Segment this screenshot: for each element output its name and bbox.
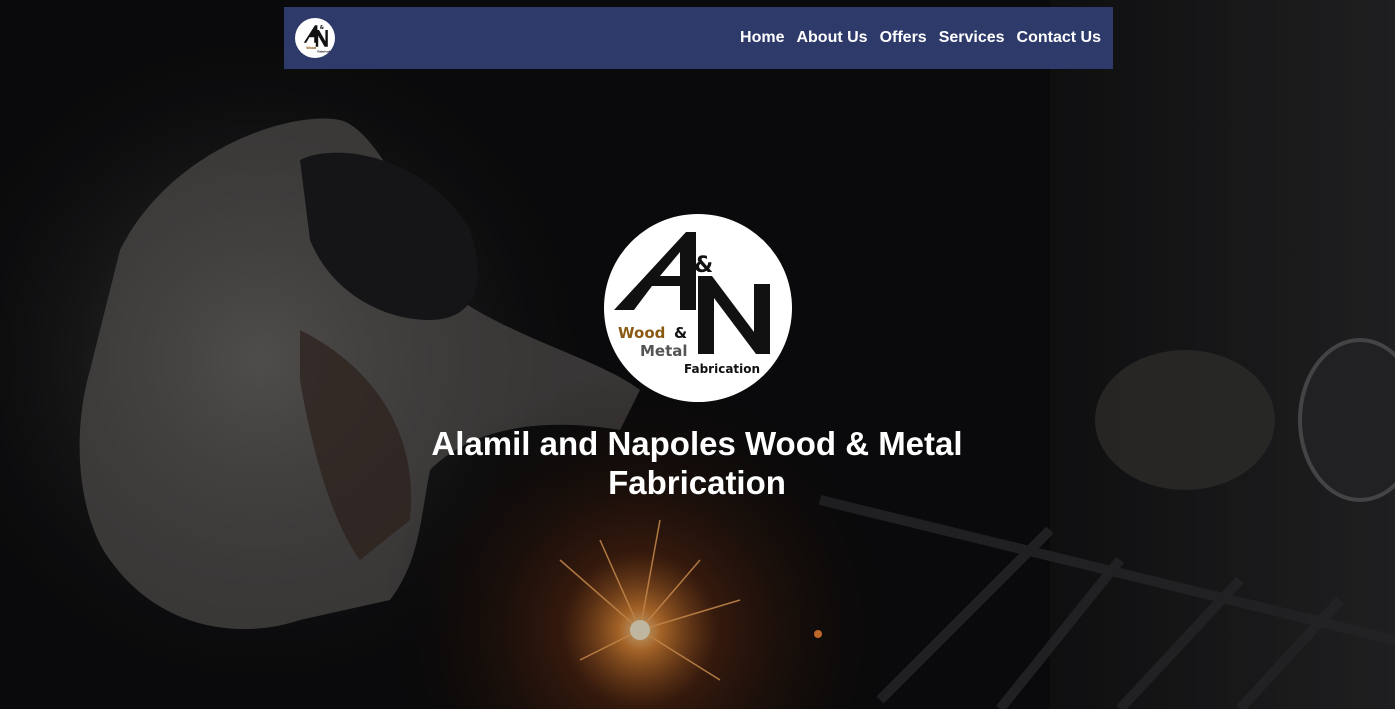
hero-section: & Wood Fabrication Home About Us Offers … — [0, 0, 1395, 709]
company-logo-mark-icon: & Wood Fabrication — [303, 25, 335, 53]
company-logo-icon: & Wood & Metal Fabrication — [614, 232, 770, 376]
nav-link-home[interactable]: Home — [740, 29, 784, 47]
nav-link-services[interactable]: Services — [939, 29, 1005, 47]
nav-logo[interactable]: & Wood Fabrication — [295, 18, 335, 58]
navbar: & Wood Fabrication Home About Us Offers … — [284, 7, 1113, 69]
nav-link-about-us[interactable]: About Us — [796, 29, 867, 47]
svg-text:&: & — [694, 253, 713, 278]
nav-link-contact-us[interactable]: Contact Us — [1017, 29, 1101, 47]
svg-text:Fabrication: Fabrication — [317, 49, 335, 53]
nav-link-offers[interactable]: Offers — [880, 29, 927, 47]
svg-text:Fabrication: Fabrication — [684, 362, 760, 376]
hero-logo: & Wood & Metal Fabrication — [604, 214, 792, 402]
svg-text:Wood: Wood — [618, 324, 665, 342]
svg-text:&: & — [674, 324, 687, 342]
svg-text:&: & — [320, 25, 324, 31]
main-nav: Home About Us Offers Services Contact Us — [740, 7, 1101, 69]
svg-text:Wood: Wood — [306, 46, 317, 50]
hero-title: Alamil and Napoles Wood & Metal Fabricat… — [431, 425, 963, 501]
svg-text:Metal: Metal — [640, 342, 688, 360]
